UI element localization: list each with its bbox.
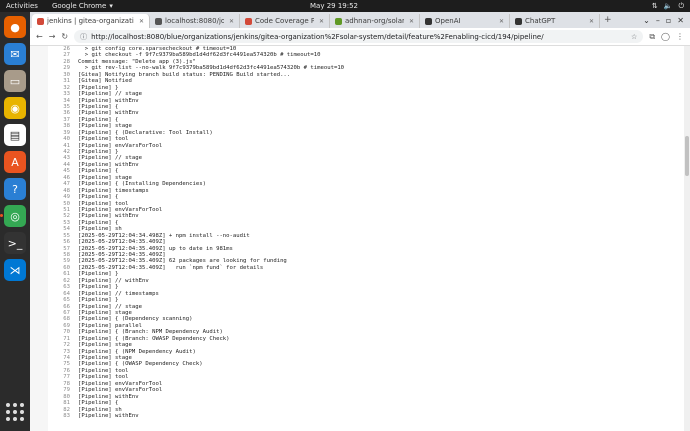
tab-close-icon[interactable]: ✕ bbox=[499, 18, 504, 25]
files-icon[interactable]: ▭ bbox=[4, 70, 26, 92]
log-line: 83 [Pipeline] withEnv bbox=[48, 413, 684, 419]
url-text: http://localhost:8080/blue/organizations… bbox=[91, 32, 544, 41]
page-content: 26 > git config core.sparsecheckout # ti… bbox=[30, 46, 690, 431]
system-tray[interactable]: ⇅ 🔈 ⏻ bbox=[652, 2, 684, 11]
tab-label: adhnan-org/solar-syste bbox=[345, 17, 404, 25]
browser-window: jenkins | gitea-organizati ✕ localhost:808… bbox=[30, 12, 690, 431]
tab-close-icon[interactable]: ✕ bbox=[139, 18, 144, 25]
minimize-icon[interactable]: – bbox=[656, 16, 660, 25]
browser-tab[interactable]: OpenAI ✕ bbox=[420, 14, 510, 28]
libreoffice-writer-icon[interactable]: ▤ bbox=[4, 124, 26, 146]
bookmark-star-icon[interactable]: ☆ bbox=[631, 33, 637, 41]
back-icon[interactable]: ← bbox=[36, 32, 43, 41]
browser-tab[interactable]: localhost:8080/job/gite ✕ bbox=[150, 14, 240, 28]
tab-favicon-icon bbox=[245, 17, 252, 25]
tab-label: ChatGPT bbox=[525, 17, 556, 25]
tab-label: OpenAI bbox=[435, 17, 461, 25]
tab-label: jenkins | gitea-organizati bbox=[47, 17, 134, 25]
app-name: Google Chrome bbox=[51, 2, 107, 10]
browser-toolbar: ← → ↻ ⓘ http://localhost:8080/blue/organ… bbox=[30, 28, 690, 46]
power-icon: ⏻ bbox=[678, 1, 684, 10]
maximize-icon[interactable]: ▫ bbox=[666, 16, 671, 25]
window-controls: ⌄ – ▫ ✕ bbox=[643, 16, 690, 25]
tab-close-icon[interactable]: ✕ bbox=[589, 18, 594, 25]
tab-search-icon[interactable]: ⌄ bbox=[643, 16, 650, 25]
extensions-icon[interactable]: ⧉ bbox=[649, 32, 655, 42]
network-icon: ⇅ bbox=[651, 1, 658, 10]
menu-kebab-icon[interactable]: ⋮ bbox=[676, 32, 684, 41]
clock[interactable]: May 29 19:52 bbox=[310, 2, 358, 10]
tab-favicon-icon bbox=[37, 17, 44, 25]
browser-tab[interactable]: jenkins | gitea-organizati ✕ bbox=[32, 14, 150, 28]
chrome-icon[interactable]: ◎ bbox=[0, 205, 26, 227]
profile-avatar-icon[interactable]: ◯ bbox=[661, 32, 670, 41]
tab-label: Code Coverage Plugin bbox=[255, 17, 314, 25]
rhythmbox-icon[interactable]: ◉ bbox=[4, 97, 26, 119]
app-center-icon[interactable]: A bbox=[4, 151, 26, 173]
help-icon[interactable]: ? bbox=[4, 178, 26, 200]
tab-favicon-icon bbox=[335, 17, 342, 25]
volume-icon: 🔈 bbox=[663, 1, 673, 10]
log-text: [Pipeline] withEnv bbox=[78, 412, 139, 419]
system-top-bar: Activities Google Chrome ▾ May 29 19:52 … bbox=[0, 0, 690, 12]
site-info-icon[interactable]: ⓘ bbox=[80, 32, 87, 42]
tab-favicon-icon bbox=[425, 17, 432, 25]
browser-tab[interactable]: adhnan-org/solar-syste ✕ bbox=[330, 14, 420, 28]
forward-icon[interactable]: → bbox=[49, 32, 56, 41]
tab-close-icon[interactable]: ✕ bbox=[409, 18, 414, 25]
page-scrollbar[interactable] bbox=[684, 46, 690, 431]
address-bar[interactable]: ⓘ http://localhost:8080/blue/organizatio… bbox=[74, 30, 644, 43]
tab-favicon-icon bbox=[155, 17, 162, 25]
vscode-icon[interactable]: ⋊ bbox=[4, 259, 26, 281]
browser-tab[interactable]: Code Coverage Plugin ✕ bbox=[240, 14, 330, 28]
line-number[interactable]: 83 bbox=[48, 413, 78, 419]
tab-strip: jenkins | gitea-organizati ✕ localhost:808… bbox=[30, 12, 690, 28]
show-apps-icon[interactable] bbox=[4, 401, 26, 423]
dock: ● ✉ ▭ ◉ ▤ A? ◎ >_ ⋊ bbox=[0, 12, 30, 431]
scrollbar-thumb[interactable] bbox=[685, 136, 689, 176]
app-menu[interactable]: Google Chrome ▾ bbox=[52, 2, 113, 10]
terminal-icon[interactable]: >_ bbox=[4, 232, 26, 254]
tab-close-icon[interactable]: ✕ bbox=[319, 18, 324, 25]
activities-button[interactable]: Activities bbox=[6, 2, 38, 10]
browser-tab[interactable]: ChatGPT ✕ bbox=[510, 14, 600, 28]
console-log: 26 > git config core.sparsecheckout # ti… bbox=[48, 46, 684, 431]
tab-favicon-icon bbox=[515, 17, 522, 25]
close-icon[interactable]: ✕ bbox=[677, 16, 684, 25]
chevron-down-icon: ▾ bbox=[109, 2, 113, 10]
firefox-icon[interactable]: ● bbox=[4, 16, 26, 38]
reload-icon[interactable]: ↻ bbox=[61, 32, 68, 41]
tab-close-icon[interactable]: ✕ bbox=[229, 18, 234, 25]
thunderbird-icon[interactable]: ✉ bbox=[4, 43, 26, 65]
new-tab-icon[interactable]: + bbox=[600, 15, 616, 25]
tab-label: localhost:8080/job/gite bbox=[165, 17, 224, 25]
